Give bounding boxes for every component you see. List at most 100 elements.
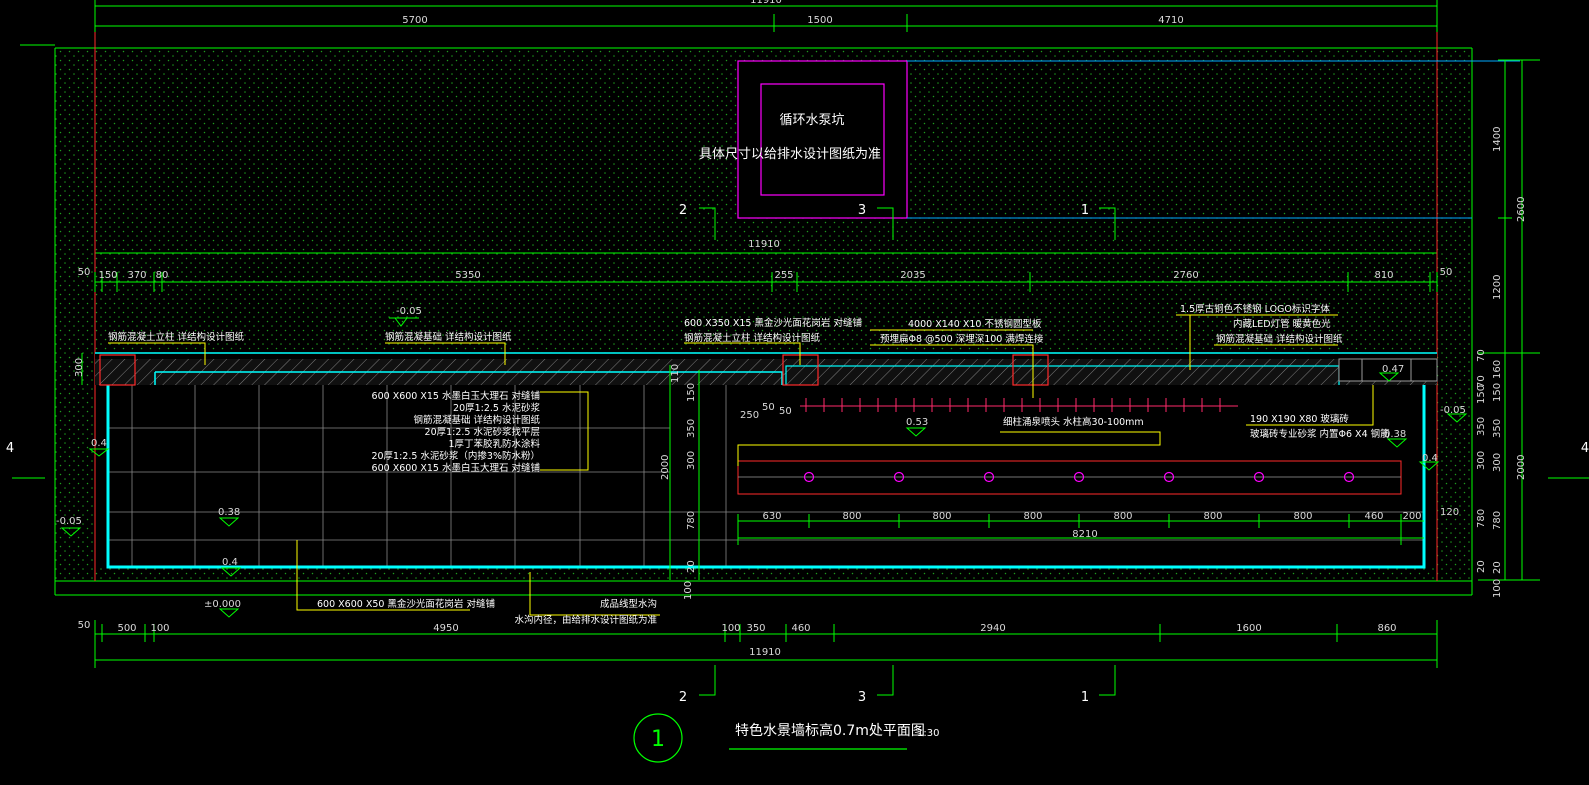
note-embed: 预埋扁Φ8 @500 深埋深100 满焊连接 <box>880 333 1044 345</box>
note-drain-size: 水沟内径，由给排水设计图纸为准 <box>514 614 657 626</box>
level-m005-top: -0.05 <box>396 306 422 317</box>
note-column-mid: 钢筋混凝土立柱 详结构设计图纸 <box>684 332 821 344</box>
right-dim-chains <box>1478 59 1540 581</box>
side-mark-left: 4 <box>6 441 14 456</box>
left-dim-100: 100 <box>683 581 694 600</box>
layer-note: 600 X600 X15 水墨白玉大理石 对缝铺 <box>372 462 540 474</box>
pump-pit-note: 具体尺寸以给排水设计图纸为准 <box>699 147 881 162</box>
note-glass-brick: 190 X190 X80 玻璃砖 <box>1250 413 1349 425</box>
note-logo: 1.5厚古铜色不锈钢 LOGO标识字体 <box>1180 303 1330 315</box>
right-dim-160: 160 <box>1492 360 1503 379</box>
layer-note: 20厚1:2.5 水泥砂浆找平层 <box>425 426 540 438</box>
note-glass-mortar: 玻璃砖专业砂浆 内置Φ6 X4 钢筋 <box>1250 428 1390 440</box>
level-m005-left: -0.05 <box>56 516 82 527</box>
jet-dim-5: 800 <box>1113 511 1132 522</box>
section-mark-2-lower: 2 <box>679 690 687 705</box>
dim-255: 255 <box>774 270 793 281</box>
right-dim2-350: 350 <box>1476 417 1487 436</box>
dim-150: 150 <box>98 270 117 281</box>
note-foundation-left: 钢筋混凝基础 详结构设计图纸 <box>385 331 512 343</box>
right-dim-100: 100 <box>1492 579 1503 598</box>
dim-370: 370 <box>127 270 146 281</box>
jet-dim-2: 800 <box>842 511 861 522</box>
bottom-dim-4950: 4950 <box>433 623 458 634</box>
section-mark-1-upper: 1 <box>1081 203 1089 218</box>
dim-80: 80 <box>156 270 169 281</box>
cad-drawing: 11910 5700 1500 4710 循环水泵坑 具体尺寸以给排水设计图纸为… <box>6 0 1589 763</box>
bottom-dim-1600: 1600 <box>1236 623 1261 634</box>
jet-total-dim: 8210 <box>1072 529 1097 540</box>
dim-2035: 2035 <box>900 270 925 281</box>
bottom-dim-460: 460 <box>791 623 810 634</box>
bottom-dim-100-b: 100 <box>721 623 740 634</box>
right-dim-2000: 2000 <box>1516 455 1527 480</box>
right-dim2-20: 20 <box>1476 560 1487 573</box>
layer-note: 1厚丁苯胶乳防水涂料 <box>448 438 540 450</box>
dim-5350: 5350 <box>455 270 480 281</box>
dim-50-left: 50 <box>78 267 91 278</box>
section-marks-lower <box>699 665 1116 696</box>
right-dim-350: 350 <box>1492 419 1503 438</box>
top-dim-b: 1500 <box>807 15 832 26</box>
right-dim2-300: 300 <box>1476 451 1487 470</box>
level-04-bottom: 0.4 <box>222 557 238 568</box>
jet-dim-4: 800 <box>1023 511 1042 522</box>
right-dim2-780: 780 <box>1476 509 1487 528</box>
note-drain: 成品线型水沟 <box>600 598 657 610</box>
note-led: 内藏LED灯管 暖黄色光 <box>1233 318 1331 330</box>
section-mark-1-lower: 1 <box>1081 690 1089 705</box>
bottom-dim-2940: 2940 <box>980 623 1005 634</box>
section-mark-3-lower: 3 <box>858 690 866 705</box>
bottom-dim-100: 100 <box>150 623 169 634</box>
note-column-left: 钢筋混凝土立柱 详结构设计图纸 <box>108 331 245 343</box>
layer-note: 钢筋混凝基础 详结构设计图纸 <box>413 414 540 426</box>
bottom-dim-50: 50 <box>78 620 91 631</box>
left-dim-2000: 2000 <box>660 455 671 480</box>
level-zero: ±0.000 <box>204 599 241 610</box>
section-mark-2-upper: 2 <box>679 203 687 218</box>
pool-basin <box>95 352 1437 569</box>
layer-note: 600 X600 X15 水墨白玉大理石 对缝铺 <box>372 390 540 402</box>
right-dim-20: 20 <box>1492 561 1503 574</box>
right-dim-1400: 1400 <box>1492 127 1503 152</box>
bottom-dim-350: 350 <box>746 623 765 634</box>
note-granite-paving: 600 X600 X50 黑金沙光面花岗岩 对缝铺 <box>317 598 495 610</box>
left-dim-300: 300 <box>74 358 85 377</box>
top-total-dim: 11910 <box>750 0 782 6</box>
left-dim-780: 780 <box>686 511 697 530</box>
level-047: 0.47 <box>1382 364 1404 375</box>
dim-50-mid-a: 50 <box>762 402 775 413</box>
jet-dim-8: 460 <box>1364 511 1383 522</box>
top-dim-c: 4710 <box>1158 15 1183 26</box>
jet-dim-6: 800 <box>1203 511 1222 522</box>
side-mark-right: 4 <box>1581 441 1589 456</box>
note-jet: 细柱涌泉喷头 水柱高30-100mm <box>1003 416 1144 428</box>
section-mark-3-upper: 3 <box>858 203 866 218</box>
dim-50-mid-b: 50 <box>779 406 792 417</box>
dim-250: 250 <box>740 410 759 421</box>
left-dim-300-b: 300 <box>686 451 697 470</box>
layer-note: 20厚1:2.5 水泥砂浆 <box>453 402 540 414</box>
note-steel-plate: 4000 X140 X10 不锈钢圆型板 <box>908 318 1042 330</box>
level-038-left: 0.38 <box>218 507 240 518</box>
layer-note: 20厚1:2.5 水泥砂浆（内掺3%防水粉） <box>371 450 540 462</box>
mid-total-dim: 11910 <box>748 239 780 250</box>
jet-dim-1: 630 <box>762 511 781 522</box>
right-dim-780: 780 <box>1492 511 1503 530</box>
bottom-dim-500: 500 <box>117 623 136 634</box>
left-dim-110: 110 <box>670 364 681 383</box>
left-dim-150: 150 <box>686 383 697 402</box>
top-dim-a: 5700 <box>402 15 427 26</box>
right-dim-2600: 2600 <box>1516 197 1527 222</box>
right-dim-70: 70 <box>1476 349 1487 362</box>
jet-dim-7: 800 <box>1293 511 1312 522</box>
left-dim-20: 20 <box>686 560 697 573</box>
dim-120: 120 <box>1440 507 1459 518</box>
bottom-total-dim: 11910 <box>749 647 781 658</box>
drawing-number: 1 <box>651 727 665 752</box>
level-m005-right: -0.05 <box>1440 405 1466 416</box>
right-dim-1200: 1200 <box>1492 275 1503 300</box>
right-dim2-150: 150 <box>1476 385 1487 404</box>
level-053: 0.53 <box>906 417 928 428</box>
drawing-scale: 1:30 <box>917 728 939 739</box>
